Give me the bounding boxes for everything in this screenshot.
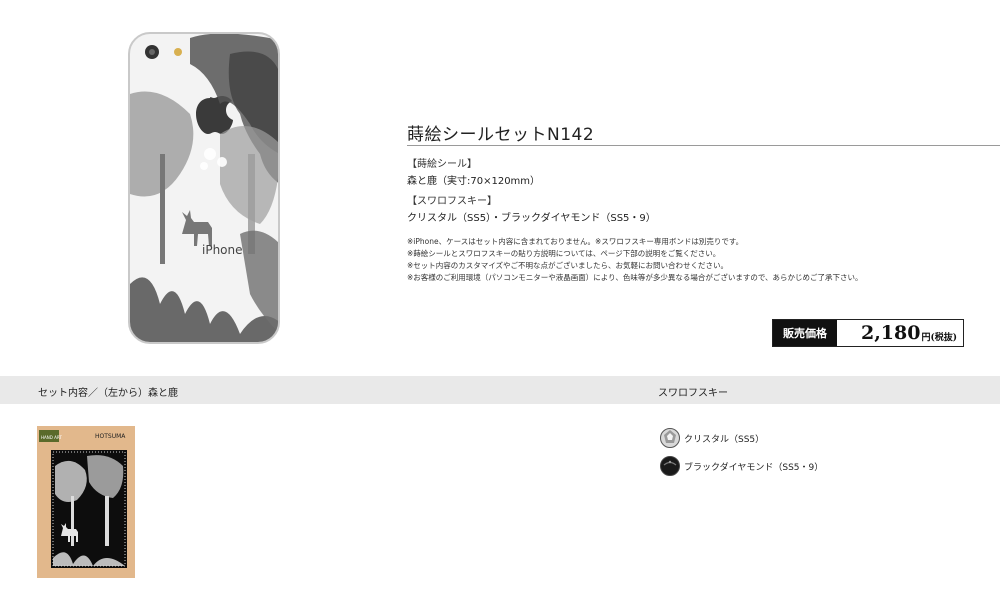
deer-icon — [182, 210, 212, 246]
crystal-gem-icon — [660, 428, 680, 448]
product-notes: ※iPhone、ケースはセット内容に含まれておりません。※スワロフスキー専用ボン… — [407, 236, 863, 284]
crystal-label: クリスタル（SS5） — [684, 434, 765, 445]
price-label: 販売価格 — [773, 320, 837, 346]
note-line: ※蒔絵シールとスワロフスキーの貼り方説明については、ページ下部の説明をご覧くださ… — [407, 249, 721, 258]
price-unit: 円(税抜) — [921, 332, 957, 343]
phone-case-image: iPhone — [128, 32, 280, 344]
maki-section-value: 森と鹿（実寸:70×120mm） — [407, 176, 541, 187]
note-line: ※お客様のご利用環境（パソコンモニターや液晶画面）により、色味等が多少異なる場合… — [407, 273, 863, 282]
swarovski-heading: スワロフスキー — [658, 388, 728, 399]
price-value-container: 2,180 円(税抜) — [837, 320, 963, 346]
swarovski-section-value: クリスタル（SS5）・ブラックダイヤモンド（SS5・9） — [407, 213, 656, 224]
maki-section-heading: 【蒔絵シール】 — [407, 159, 477, 170]
black-diamond-label: ブラックダイヤモンド（SS5・9） — [684, 462, 824, 473]
note-line: ※セット内容のカスタマイズやご不明な点がございましたら、お気軽にお問い合わせくだ… — [407, 261, 729, 270]
black-diamond-gem-icon — [660, 456, 680, 476]
price-amount: 2,180 — [860, 322, 921, 344]
set-contents-heading: セット内容／（左から）森と鹿 — [38, 388, 178, 399]
swarovski-section-heading: 【スワロフスキー】 — [407, 196, 497, 207]
swarovski-item-black-diamond: ブラックダイヤモンド（SS5・9） — [660, 456, 823, 476]
title-divider — [407, 145, 1000, 146]
package-tag: HAND ART — [41, 435, 62, 440]
phone-brand-text: iPhone — [202, 243, 243, 257]
forest-deer-illustration: iPhone — [130, 34, 278, 342]
price-box: 販売価格 2,180 円(税抜) — [772, 319, 964, 347]
package-brand: HOTSUMA — [95, 433, 126, 440]
product-title: 蒔絵シールセットN142 — [407, 125, 595, 145]
note-line: ※iPhone、ケースはセット内容に含まれておりません。※スワロフスキー専用ボン… — [407, 237, 744, 246]
package-illustration: HAND ART HOTSUMA — [39, 430, 127, 568]
sticker-package-image: HAND ART HOTSUMA — [37, 426, 135, 578]
swarovski-item-crystal: クリスタル（SS5） — [660, 428, 764, 448]
